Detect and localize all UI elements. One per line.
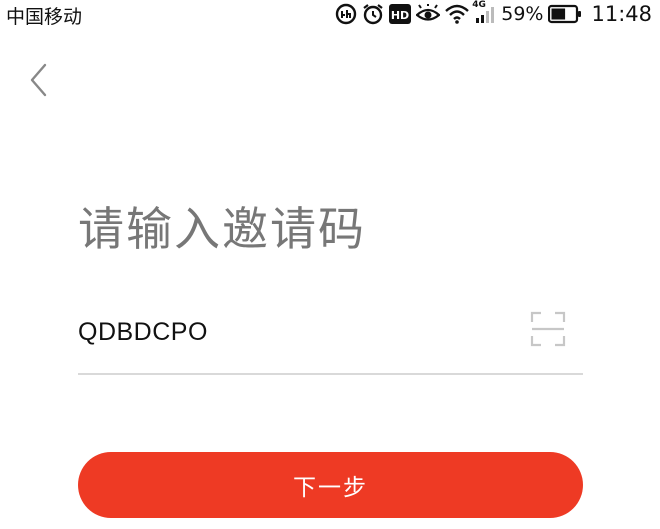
invite-code-row: [78, 300, 583, 375]
network-type-label: 4G: [472, 0, 486, 10]
battery-percent: 59%: [501, 3, 544, 25]
wifi-icon: [445, 4, 470, 24]
next-button[interactable]: 下一步: [78, 452, 583, 518]
status-time: 11:48: [591, 2, 652, 26]
data-saver-icon: [335, 3, 357, 25]
scan-button[interactable]: [529, 310, 567, 348]
battery-icon: [548, 4, 582, 24]
hd-icon: HD: [389, 4, 412, 24]
page-title: 请输入邀请码: [78, 202, 366, 256]
back-button[interactable]: [20, 58, 56, 102]
eye-comfort-icon: [416, 4, 441, 24]
alarm-icon: [362, 3, 384, 25]
svg-text:HD: HD: [391, 9, 409, 22]
chevron-left-icon: [30, 63, 47, 97]
carrier-name: 中国移动: [6, 6, 83, 28]
status-icons: HD 4G 59% 11:48: [335, 0, 652, 28]
status-bar: 中国移动 HD 4G 59% 11:48: [0, 0, 660, 28]
scan-frame-icon: [530, 311, 566, 347]
invite-code-input[interactable]: [78, 314, 498, 350]
signal-icon: 4G: [472, 0, 496, 24]
